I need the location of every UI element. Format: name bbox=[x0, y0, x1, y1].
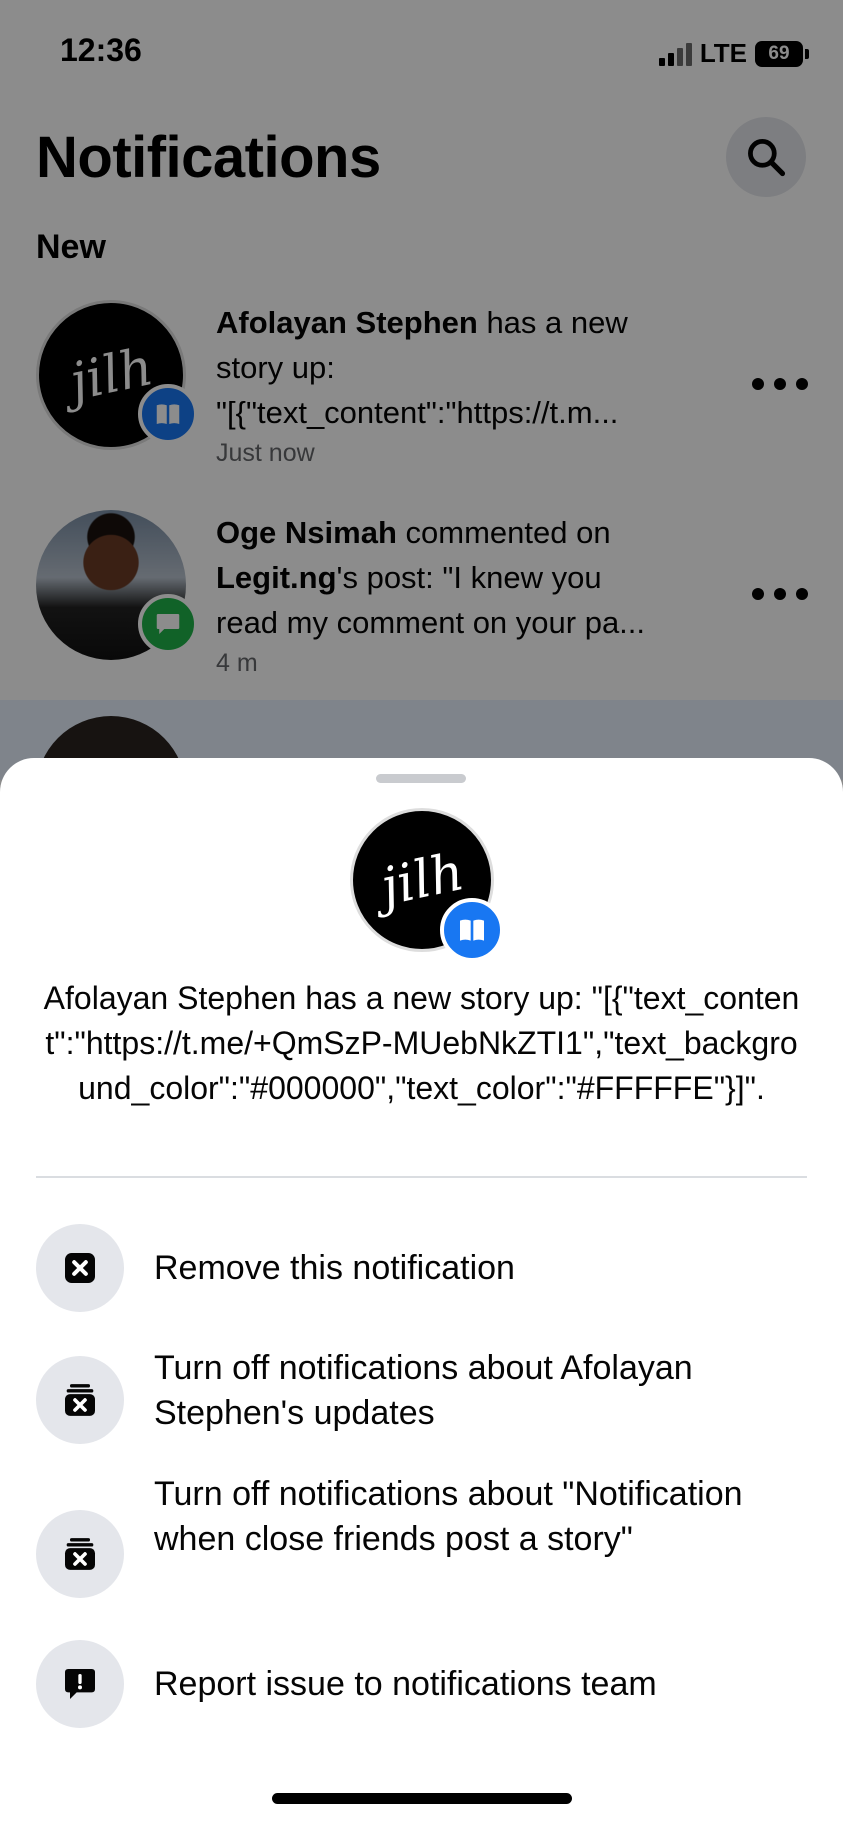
remove-notification-button[interactable]: Remove this notification bbox=[0, 1218, 843, 1318]
notification-off-icon bbox=[36, 1356, 124, 1444]
action-label: Remove this notification bbox=[154, 1249, 515, 1287]
action-label: Report issue to notifications team bbox=[154, 1665, 657, 1703]
notification-description: Afolayan Stephen has a new story up: "[{… bbox=[43, 980, 800, 1106]
report-icon bbox=[36, 1640, 124, 1728]
turn-off-category-notifications-button[interactable]: Turn off notifications about "Notificati… bbox=[0, 1472, 843, 1612]
action-label: Turn off notifications about Afolayan St… bbox=[154, 1349, 693, 1432]
report-issue-button[interactable]: Report issue to notifications team bbox=[0, 1638, 843, 1738]
divider bbox=[36, 1176, 807, 1178]
notification-off-icon bbox=[36, 1510, 124, 1598]
close-square-icon bbox=[36, 1224, 124, 1312]
home-indicator bbox=[272, 1793, 572, 1804]
notification-options-sheet: jilh Afolayan Stephen has a new story up… bbox=[0, 758, 843, 1825]
sheet-grabber[interactable] bbox=[376, 774, 466, 783]
book-icon bbox=[440, 898, 504, 962]
action-label: Turn off notifications about "Notificati… bbox=[154, 1475, 743, 1558]
turn-off-actor-notifications-button[interactable]: Turn off notifications about Afolayan St… bbox=[0, 1346, 843, 1456]
